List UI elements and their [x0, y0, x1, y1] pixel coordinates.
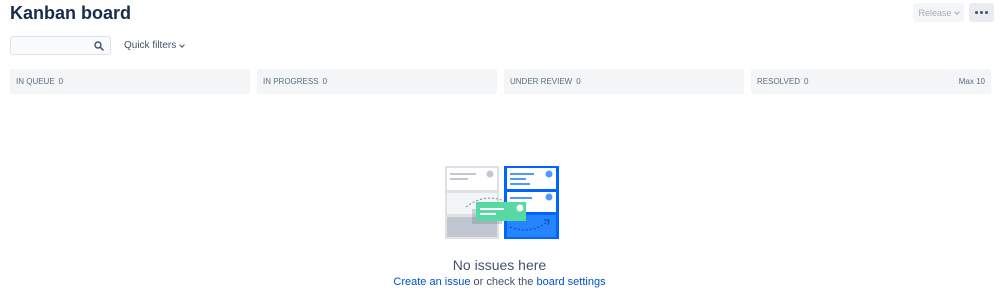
- empty-board-illustration: [445, 166, 559, 239]
- empty-state-connector: or check the: [470, 276, 537, 288]
- search-field[interactable]: [10, 36, 111, 56]
- empty-state-message: Create an issue or check the board setti…: [0, 276, 999, 288]
- column-header-in-progress[interactable]: IN PROGRESS 0: [257, 69, 497, 94]
- search-icon[interactable]: [94, 41, 104, 51]
- release-label: Release: [918, 7, 952, 18]
- chevron-down-icon: [179, 41, 186, 48]
- release-button[interactable]: Release: [913, 3, 964, 22]
- column-count: 0: [322, 77, 328, 86]
- column-count: 0: [803, 77, 809, 86]
- column-name: RESOLVED: [757, 77, 800, 86]
- column-count: 0: [576, 77, 581, 86]
- quick-filters-dropdown[interactable]: Quick filters: [124, 40, 186, 51]
- column-name: IN PROGRESS: [263, 77, 319, 86]
- column-name: IN QUEUE: [16, 77, 55, 86]
- create-issue-link[interactable]: Create an issue: [393, 276, 470, 288]
- column-name: UNDER REVIEW: [510, 77, 573, 86]
- board-settings-link[interactable]: board settings: [536, 276, 605, 288]
- search-input[interactable]: [11, 39, 99, 56]
- more-horizontal-icon: [975, 11, 988, 14]
- column-max: Max 10: [958, 77, 985, 86]
- column-header-under-review[interactable]: UNDER REVIEW 0: [504, 69, 744, 94]
- quick-filters-label: Quick filters: [124, 40, 177, 51]
- empty-state-title: No issues here: [452, 257, 547, 273]
- board-columns: IN QUEUE 0 IN PROGRESS 0 UNDER REVIEW 0 …: [10, 69, 991, 94]
- chevron-down-icon: [953, 8, 960, 15]
- more-actions-button[interactable]: [969, 3, 994, 22]
- column-count: 0: [58, 77, 64, 86]
- column-header-resolved[interactable]: RESOLVED 0 Max 10: [751, 69, 991, 94]
- column-header-in-queue[interactable]: IN QUEUE 0: [10, 69, 250, 94]
- page-title: Kanban board: [10, 3, 132, 23]
